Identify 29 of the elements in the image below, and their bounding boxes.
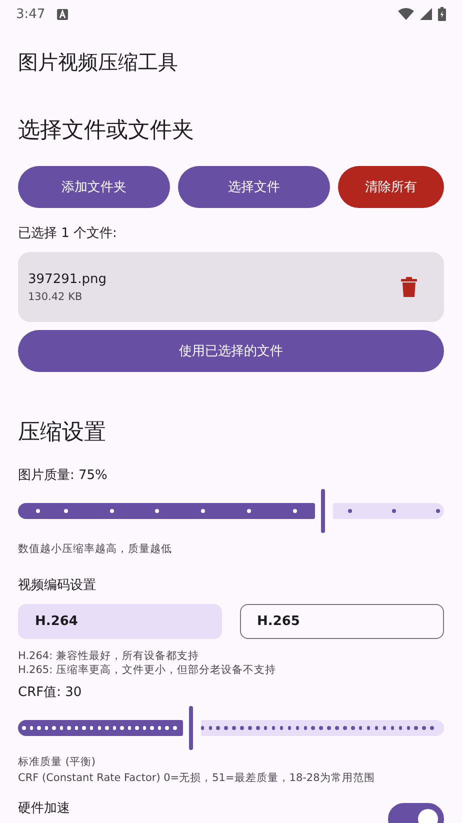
file-name: 397291.png [28,272,108,286]
signal-icon [420,8,432,20]
clear-all-button[interactable]: 清除所有 [338,166,444,208]
codec-label: 视频编码设置 [18,577,97,594]
codec-option[interactable]: H.264 [18,604,222,639]
crf-slider[interactable] [18,707,444,749]
action-button[interactable]: 添加文件夹 [18,166,170,208]
hardware-label: 硬件加速 [18,800,70,817]
codec-option[interactable]: H.265 [240,604,444,639]
quality-slider[interactable] [18,490,444,532]
notification-icon [57,8,68,20]
crf-label: CRF值: 30 [18,684,83,701]
battery-icon [438,7,446,21]
crf-note: CRF (Constant Rate Factor) 0=无损，51=最差质量，18-28为常用范围 [18,771,376,785]
selected-count: 已选择 1 个文件: [18,225,118,242]
section-heading: 压缩设置 [18,419,107,447]
codec-note: H.264: 兼容性最好，所有设备都支持 [18,649,200,663]
use-selected-button[interactable]: 使用已选择的文件 [18,330,444,372]
action-button[interactable]: 选择文件 [178,166,330,208]
wifi-icon [398,8,414,20]
quality-hint: 数值越小压缩率越高，质量越低 [18,542,173,556]
quality-label: 图片质量: 75% [18,467,108,484]
crf-quality: 标准质量 (平衡) [18,755,97,769]
app-title: 图片视频压缩工具 [18,49,179,76]
status-time: 3:47 [16,6,46,22]
codec-note: H.265: 压缩率更高，文件更小，但部分老设备不支持 [18,663,277,677]
trash-icon[interactable] [401,277,417,297]
section-heading: 选择文件或文件夹 [18,117,195,145]
file-size: 130.42 KB [28,290,84,302]
